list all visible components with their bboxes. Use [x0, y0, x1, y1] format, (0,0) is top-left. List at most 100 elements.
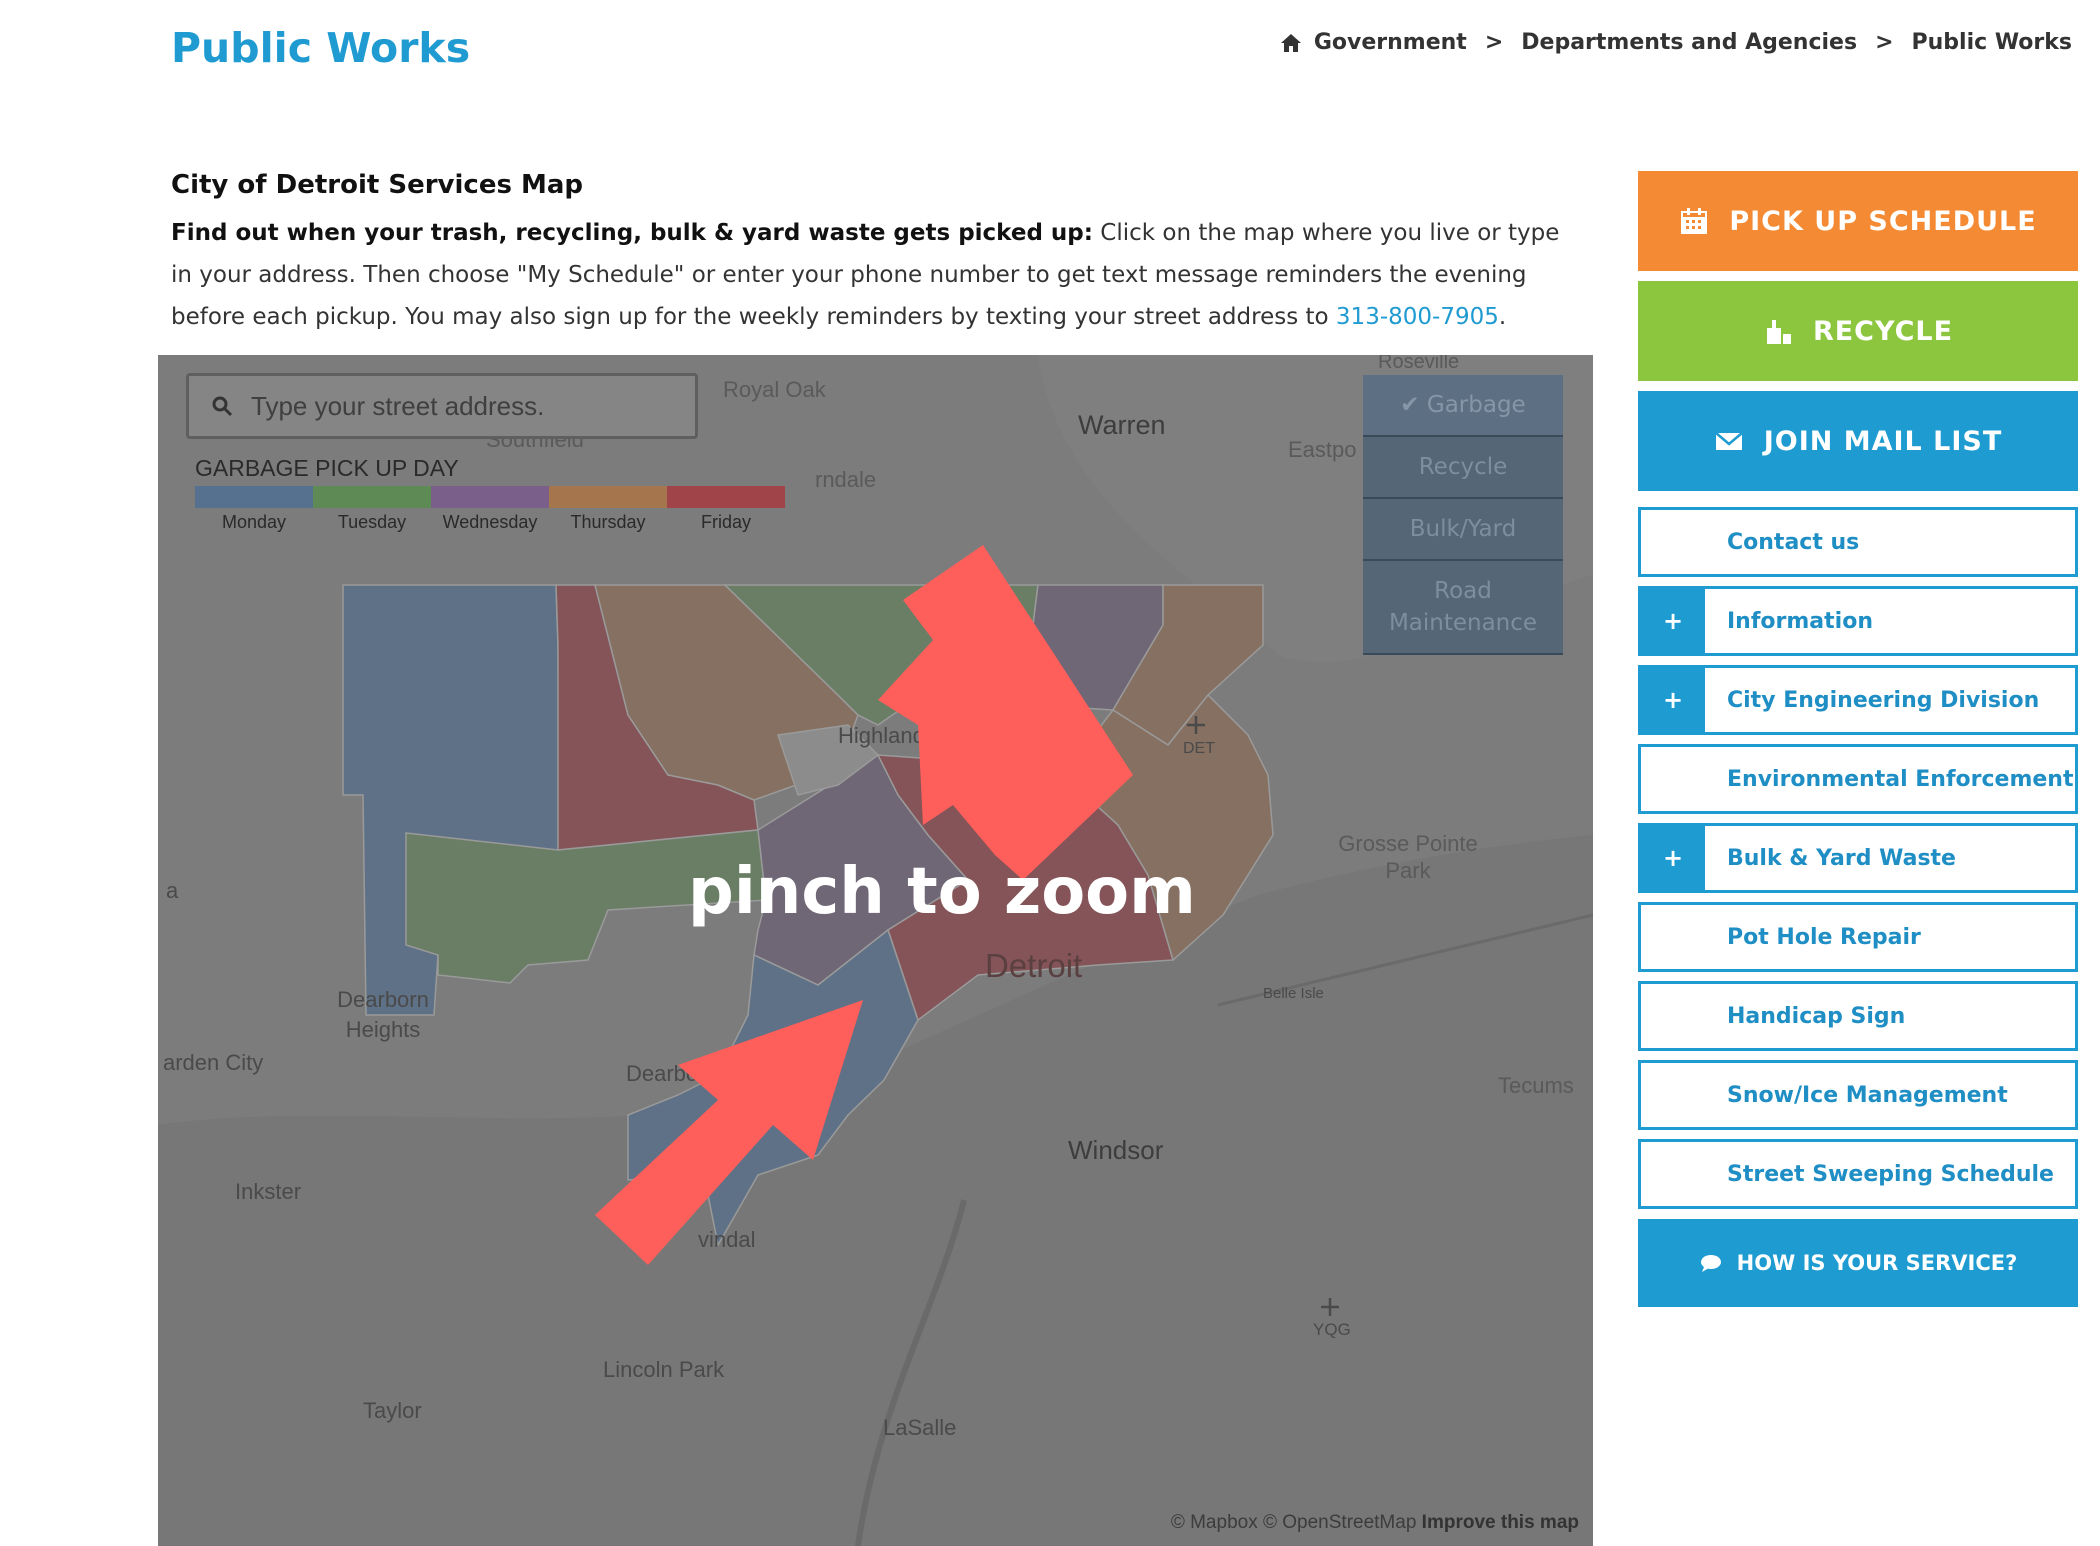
- map-label-tecumseh: Tecums: [1498, 1073, 1574, 1098]
- map-label-warren: Warren: [1078, 410, 1166, 440]
- airport-icon: [1321, 1298, 1339, 1316]
- nav-item-label: Contact us: [1727, 529, 1860, 555]
- join-mail-list-button[interactable]: JOIN MAIL LIST: [1638, 391, 2078, 491]
- legend-item-monday: Monday: [195, 486, 313, 533]
- search-icon: [212, 396, 233, 417]
- nav-item-label: City Engineering Division: [1727, 687, 2040, 713]
- legend-label: Thursday: [570, 512, 646, 532]
- nav-item-pot-hole-repair[interactable]: Pot Hole Repair: [1638, 902, 2078, 972]
- legend-row: Monday Tuesday Wednesday Thursday Friday: [195, 486, 785, 533]
- attribution-text: © Mapbox © OpenStreetMap: [1170, 1512, 1417, 1533]
- map-label-eastpointe: Eastpo: [1288, 437, 1357, 462]
- map-attribution: © Mapbox © OpenStreetMap Improve this ma…: [1171, 1512, 1579, 1534]
- map-label-ferndale: rndale: [815, 467, 877, 492]
- nav-item-label: Pot Hole Repair: [1727, 924, 1921, 950]
- nav-item-handicap-sign[interactable]: Handicap Sign: [1638, 981, 2078, 1051]
- legend-title: GARBAGE PICK UP DAY: [195, 455, 459, 481]
- map-label-royal-oak: Royal Oak: [723, 377, 826, 402]
- nav-item-label: Bulk & Yard Waste: [1727, 845, 1956, 871]
- map-label-edge: a: [166, 878, 179, 903]
- nav-item-label: Environmental Enforcement: [1727, 766, 2074, 792]
- services-map[interactable]: Roseville Royal Oak Warren Southfield Ea…: [158, 355, 1593, 1546]
- legend-swatch: [549, 486, 667, 508]
- home-icon[interactable]: [1280, 33, 1302, 53]
- breadcrumb-government[interactable]: Government: [1314, 30, 1467, 55]
- nav-item-label: Handicap Sign: [1727, 1003, 1906, 1029]
- map-label-inkster: Inkster: [235, 1179, 302, 1204]
- main-content: City of Detroit Services Map Find out wh…: [171, 170, 1561, 338]
- layer-button-1[interactable]: Recycle: [1363, 437, 1563, 499]
- map-label-allen-park: vindal: [698, 1227, 756, 1252]
- map-label-windsor: Windsor: [1068, 1135, 1164, 1165]
- recycle-button[interactable]: RECYCLE: [1638, 281, 2078, 381]
- legend-label: Monday: [221, 512, 287, 532]
- legend-label: Tuesday: [337, 512, 407, 532]
- pickup-day-legend: GARBAGE PICK UP DAY Monday Tuesday Wednesd…: [195, 455, 785, 533]
- chat-bubble-icon: [1700, 1255, 1721, 1272]
- address-search-input[interactable]: [249, 389, 695, 423]
- legend-label: Friday: [700, 512, 751, 532]
- map-label-grosse-pointe-park: Grosse Pointe Park: [1338, 831, 1478, 883]
- map-title: City of Detroit Services Map: [171, 170, 584, 200]
- legend-swatch: [431, 486, 549, 508]
- legend-item-friday: Friday: [667, 486, 785, 533]
- improve-map-link[interactable]: Improve this map: [1422, 1512, 1579, 1533]
- expand-plus-icon[interactable]: +: [1641, 826, 1705, 890]
- map-label-dearborn: Dearborn: [626, 1061, 718, 1086]
- map-label-belle-isle: Belle Isle: [1263, 985, 1324, 1002]
- pinch-to-zoom-label: pinch to zoom: [688, 855, 1196, 929]
- join-mail-list-label: JOIN MAIL LIST: [1763, 425, 2003, 457]
- nav-item-bulk-yard-waste[interactable]: + Bulk & Yard Waste: [1638, 823, 2078, 893]
- map-label-lasalle: LaSalle: [883, 1415, 957, 1440]
- intro-end: .: [1498, 304, 1507, 330]
- breadcrumb-separator: >: [1875, 30, 1894, 55]
- service-label: HOW IS YOUR SERVICE?: [1736, 1251, 2018, 1275]
- how-is-your-service-button[interactable]: HOW IS YOUR SERVICE?: [1638, 1219, 2078, 1307]
- legend-swatch: [195, 486, 313, 508]
- map-label-lincoln-park: Lincoln Park: [603, 1357, 725, 1382]
- legend-item-tuesday: Tuesday: [313, 486, 431, 533]
- legend-swatch: [313, 486, 431, 508]
- map-label-highland-park: Highland Pa: [838, 723, 958, 748]
- pick-up-schedule-button[interactable]: PICK UP SCHEDULE: [1638, 171, 2078, 271]
- page-title: Public Works: [171, 24, 471, 72]
- legend-item-wednesday: Wednesday: [431, 486, 549, 533]
- nav-item-contact-us[interactable]: Contact us: [1638, 507, 2078, 577]
- nav-item-snow-ice-management[interactable]: Snow/Ice Management: [1638, 1060, 2078, 1130]
- intro-bold: Find out when your trash, recycling, bul…: [171, 220, 1093, 246]
- nav-item-label: Street Sweeping Schedule: [1727, 1161, 2054, 1187]
- address-search[interactable]: [186, 373, 698, 439]
- map-label-detroit: Detroit: [985, 947, 1083, 984]
- sidebar-nav: Contact us + Information + City Engineering …: [1638, 507, 2078, 1209]
- intro-paragraph: Find out when your trash, recycling, bul…: [171, 212, 1561, 338]
- recycle-icon: [1766, 320, 1791, 344]
- recycle-label: RECYCLE: [1812, 315, 1954, 347]
- nav-item-city-engineering-division[interactable]: + City Engineering Division: [1638, 665, 2078, 735]
- calendar-icon: [1681, 208, 1708, 234]
- nav-item-information[interactable]: + Information: [1638, 586, 2078, 656]
- breadcrumb-current: Public Works: [1911, 30, 2073, 55]
- layer-button-2[interactable]: Bulk/Yard: [1363, 499, 1563, 561]
- expand-plus-icon[interactable]: +: [1641, 589, 1705, 653]
- sidebar: PICK UP SCHEDULE RECYCLE JOIN MAIL LIST …: [1638, 171, 2078, 1307]
- airport-icon: [1187, 716, 1205, 734]
- phone-link[interactable]: 313-800-7905: [1336, 304, 1499, 330]
- nav-item-label: Snow/Ice Management: [1727, 1082, 2008, 1108]
- layer-button-3[interactable]: Road Maintenance: [1363, 561, 1563, 655]
- map-label-det: DET: [1183, 740, 1215, 757]
- breadcrumb: Government > Departments and Agencies > …: [1280, 30, 2072, 55]
- nav-item-street-sweeping-schedule[interactable]: Street Sweeping Schedule: [1638, 1139, 2078, 1209]
- pick-up-schedule-label: PICK UP SCHEDULE: [1729, 205, 2037, 237]
- breadcrumb-separator: >: [1484, 30, 1504, 55]
- layer-button-0[interactable]: ✔ Garbage: [1363, 375, 1563, 437]
- envelope-icon: [1714, 432, 1743, 450]
- legend-item-thursday: Thursday: [549, 486, 667, 533]
- expand-plus-icon[interactable]: +: [1641, 668, 1705, 732]
- breadcrumb-departments[interactable]: Departments and Agencies: [1521, 30, 1857, 55]
- nav-item-environmental-enforcement[interactable]: Environmental Enforcement: [1638, 744, 2078, 814]
